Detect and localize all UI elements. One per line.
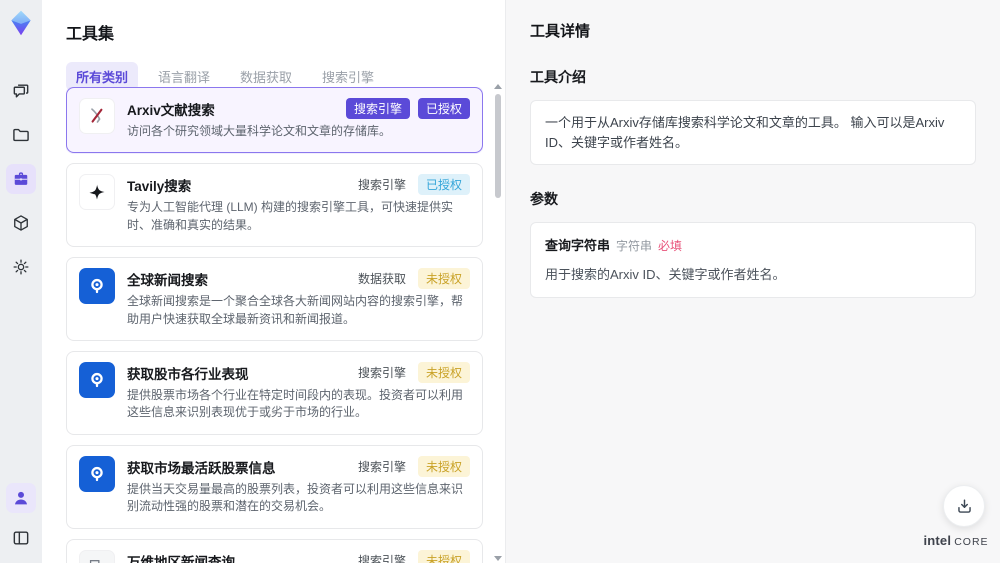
parameter-required-badge: 必填: [658, 239, 683, 253]
scroll-down-arrow[interactable]: [494, 556, 502, 561]
tool-status-badge: 未授权: [417, 549, 470, 563]
gem-logo-icon: [6, 8, 36, 38]
scroll-up-arrow[interactable]: [494, 84, 502, 89]
sidebar-item-toolbox[interactable]: [6, 164, 36, 194]
scrollbar-thumb[interactable]: [495, 94, 501, 198]
intro-box: 一个用于从Arxiv存储库搜索科学论文和文章的工具。 输入可以是Arxiv ID…: [530, 100, 976, 165]
juhe-q-icon: [79, 361, 115, 398]
sidebar-item-settings[interactable]: [6, 252, 36, 282]
brand-core-text: CORE: [954, 536, 989, 548]
tool-card-title: 全球新闻搜索: [127, 273, 208, 289]
juhe-q-icon: [79, 268, 115, 305]
parameter-item: 查询字符串 字符串 必填 用于搜索的Arxiv ID、关键字或作者姓名。: [545, 235, 961, 285]
params-heading: 参数: [530, 191, 558, 207]
arxiv-x-icon: [79, 98, 115, 134]
sidebar-bottom: [6, 483, 36, 553]
tool-card[interactable]: 获取股市各行业表现 搜索引擎 未授权 提供股票市场各个行业在特定时间段内的表现。…: [66, 350, 483, 435]
tool-category-tag: 搜索引擎: [345, 98, 410, 119]
parameter-description: 用于搜索的Arxiv ID、关键字或作者姓名。: [545, 267, 786, 283]
building-icon: [79, 549, 115, 563]
tool-card-description: 提供股票市场各个行业在特定时间段内的表现。投资者可以利用这些信息来识别表现优于或…: [127, 387, 464, 420]
sidebar-item-panel-toggle[interactable]: [6, 523, 36, 553]
tool-status-badge: 已授权: [417, 98, 470, 119]
tool-status-badge: 未授权: [417, 455, 470, 477]
tool-card[interactable]: 全球新闻搜索 数据获取 未授权 全球新闻搜索是一个聚合全球各大新闻网站内容的搜索…: [66, 257, 483, 341]
sidebar: [0, 0, 42, 563]
tool-card-description: 访问各个研究领域大量科学论文和文章的存储库。: [127, 124, 392, 138]
tool-card-title: Tavily搜索: [127, 179, 192, 195]
list-scrollbar[interactable]: [492, 84, 504, 561]
params-box: 查询字符串 字符串 必填 用于搜索的Arxiv ID、关键字或作者姓名。: [530, 222, 976, 298]
tool-status-badge: 已授权: [417, 174, 470, 196]
sidebar-item-cube[interactable]: [6, 208, 36, 238]
sidebar-item-chat[interactable]: [6, 76, 36, 106]
tool-card-description: 专为人工智能代理 (LLM) 构建的搜索引擎工具，可快速提供实时、准确和真实的结…: [127, 200, 454, 232]
tavily-star-icon: [79, 174, 115, 211]
intro-text: 一个用于从Arxiv存储库搜索科学论文和文章的工具。 输入可以是Arxiv ID…: [545, 115, 945, 150]
tool-card-description: 提供当天交易量最高的股票列表，投资者可以利用这些信息来识别流动性强的股票和潜在的…: [127, 481, 464, 514]
tool-card-description: 全球新闻搜索是一个聚合全球各大新闻网站内容的搜索引擎，帮助用户快速获取全球最新资…: [127, 294, 464, 326]
tool-card-title: 获取股市各行业表现: [127, 366, 249, 382]
page-title: 工具集: [66, 26, 115, 43]
sidebar-item-user[interactable]: [6, 483, 36, 513]
tool-card[interactable]: 获取市场最活跃股票信息 搜索引擎 未授权 提供当天交易量最高的股票列表，投资者可…: [66, 444, 483, 529]
intro-heading: 工具介绍: [530, 69, 586, 85]
intel-core-logo: intel CORE: [922, 532, 990, 550]
tool-category-tag: 数据获取: [357, 272, 406, 287]
tool-category-tag: 搜索引擎: [357, 459, 406, 474]
tool-category-tag: 搜索引擎: [357, 553, 406, 563]
tool-card-title: 获取市场最活跃股票信息: [127, 460, 276, 476]
tool-category-tag: 搜索引擎: [357, 178, 406, 193]
tool-detail-panel: 工具详情 工具介绍 一个用于从Arxiv存储库搜索科学论文和文章的工具。 输入可…: [505, 0, 1000, 563]
tool-card[interactable]: Arxiv文献搜索 搜索引擎 已授权 访问各个研究领域大量科学论文和文章的存储库…: [66, 87, 483, 154]
tool-card[interactable]: Tavily搜索 搜索引擎 已授权 专为人工智能代理 (LLM) 构建的搜索引擎…: [66, 163, 483, 248]
parameter-type: 字符串: [616, 239, 653, 253]
juhe-q-icon: [79, 455, 115, 492]
tool-card-title: Arxiv文献搜索: [127, 103, 215, 118]
parameter-name: 查询字符串: [545, 238, 611, 253]
download-button[interactable]: [943, 485, 985, 527]
tool-status-badge: 未授权: [417, 361, 470, 383]
sidebar-nav: [6, 76, 36, 282]
tool-category-tag: 搜索引擎: [357, 365, 406, 380]
detail-title: 工具详情: [530, 23, 591, 40]
sidebar-item-folder[interactable]: [6, 120, 36, 150]
brand-intel-text: intel: [923, 533, 952, 548]
tool-list: Arxiv文献搜索 搜索引擎 已授权 访问各个研究领域大量科学论文和文章的存储库…: [66, 87, 483, 563]
tool-list-panel: 工具集 所有类别 语言翻译 数据获取 搜索引擎 Arxiv文献搜索 搜索引擎 已授权 …: [42, 0, 505, 563]
tool-status-badge: 未授权: [417, 268, 470, 290]
tool-card[interactable]: 万维地区新闻查询 搜索引擎 未授权 查询具体行政区划内的新闻，快速了解各地新闻动: [66, 538, 483, 563]
tool-card-title: 万维地区新闻查询: [127, 554, 235, 563]
